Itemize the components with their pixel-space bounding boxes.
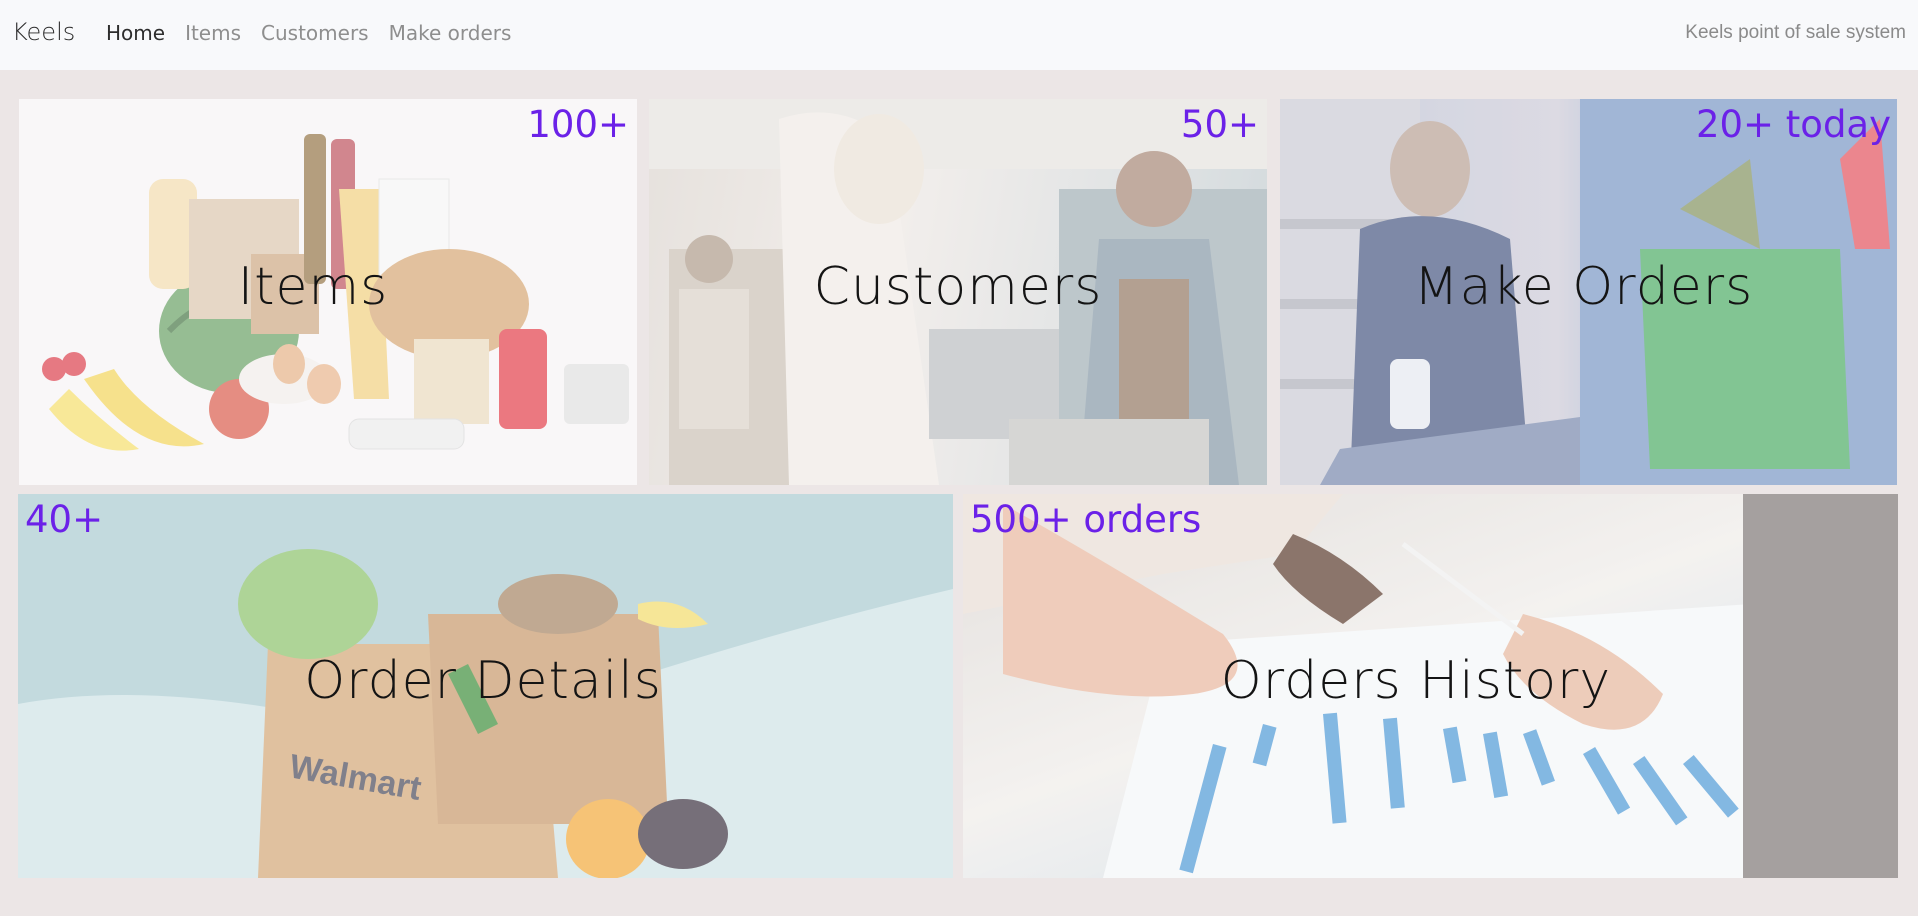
items-count: 100+: [527, 103, 629, 146]
customers-title: Customers: [813, 257, 1103, 317]
customers-count: 50+: [1180, 103, 1259, 146]
customers-card[interactable]: 50+ Customers: [649, 99, 1267, 485]
nav-link-make-orders[interactable]: Make orders: [389, 21, 512, 45]
make-orders-card[interactable]: 20+ today Make Orders: [1280, 99, 1897, 485]
items-title: Items: [237, 257, 389, 317]
orders-history-count: 500+ orders: [970, 498, 1202, 541]
navbar-tagline: Keels point of sale system: [1685, 22, 1906, 43]
nav-link-customers[interactable]: Customers: [261, 21, 369, 45]
make-orders-title: Make Orders: [1413, 257, 1754, 317]
order-details-title: Order Details: [304, 651, 662, 711]
brand-logo[interactable]: Keels: [12, 18, 75, 46]
nav-link-items[interactable]: Items: [185, 21, 241, 45]
orders-history-card[interactable]: 500+ orders Orders History: [963, 494, 1898, 878]
top-navbar: Keels Home Items Customers Make orders K…: [0, 0, 1918, 70]
make-orders-count: 20+ today: [1695, 103, 1891, 146]
items-card[interactable]: 100+ Items: [19, 99, 637, 485]
nav-links: Home Items Customers Make orders: [106, 21, 511, 45]
order-details-card[interactable]: Walmart 40+ Order Details: [18, 494, 953, 878]
nav-link-home[interactable]: Home: [106, 21, 165, 45]
orders-history-title: Orders History: [1220, 651, 1612, 711]
order-details-count: 40+: [25, 498, 104, 541]
